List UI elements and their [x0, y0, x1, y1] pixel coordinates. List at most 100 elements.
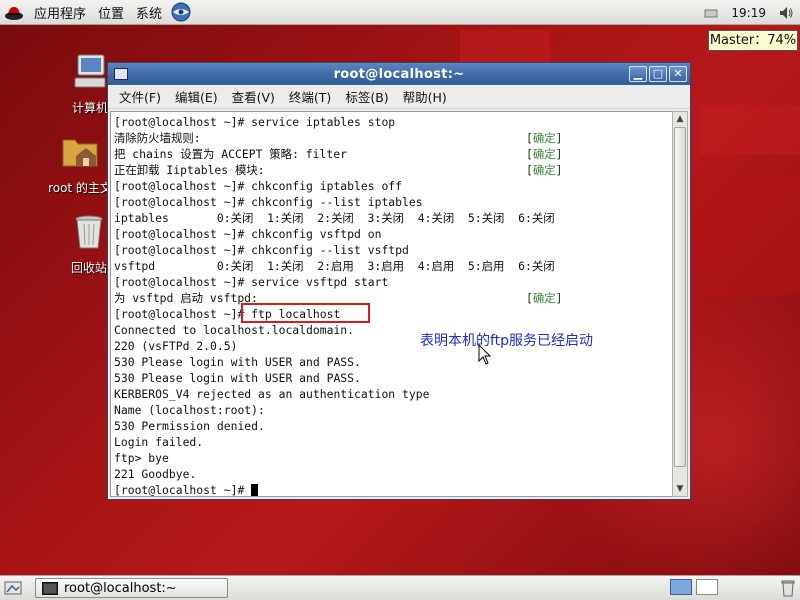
terminal-line: KERBEROS_V4 rejected as an authenticatio… [114, 386, 555, 402]
terminal-line-text: 正在卸载 Iiptables 模块: [114, 163, 265, 177]
terminal-line: Name (localhost:root): [114, 402, 555, 418]
terminal-line: iptables 0:关闭 1:关闭 2:关闭 3:关闭 4:关闭 5:关闭 6… [114, 210, 555, 226]
terminal-line: 530 Permission denied. [114, 418, 555, 434]
terminal-line-text: 530 Please login with USER and PASS. [114, 355, 361, 369]
terminal-line-text: [root@localhost ~]# chkconfig iptables o… [114, 179, 403, 193]
volume-icon[interactable] [778, 5, 794, 21]
window-menubar: 文件(F) 编辑(E) 查看(V) 终端(T) 标签(B) 帮助(H) [108, 85, 690, 109]
taskbar-window-button[interactable]: root@localhost:~ [35, 578, 228, 598]
terminal-line: vsftpd 0:关闭 1:关闭 2:启用 3:启用 4:启用 5:启用 6:关… [114, 258, 555, 274]
terminal-line: 530 Please login with USER and PASS. [114, 370, 555, 386]
terminal-line-text: [root@localhost ~]# service vsftpd start [114, 275, 389, 289]
terminal-line-text: KERBEROS_V4 rejected as an authenticatio… [114, 387, 430, 401]
menu-label: 位置 [98, 6, 125, 22]
terminal-line-text: 221 Goodbye. [114, 467, 197, 481]
close-button[interactable]: ✕ [669, 66, 687, 82]
system-tray: 19:19 [697, 0, 800, 25]
terminal-line-text: [root@localhost ~]# chkconfig --list ipt… [114, 195, 423, 209]
show-desktop-icon[interactable] [4, 580, 22, 596]
terminal-output[interactable]: [root@localhost ~]# service iptables sto… [110, 111, 674, 497]
menu-file[interactable]: 文件(F) [112, 87, 168, 106]
window-title: root@localhost:~ [333, 66, 465, 82]
status-ok-text: 确定 [532, 291, 556, 305]
background-decoration [692, 175, 800, 295]
terminal-line: [root@localhost ~]# chkconfig vsftpd on [114, 226, 555, 242]
clock[interactable]: 19:19 [731, 6, 766, 20]
menu-label: 应用程序 [34, 6, 87, 22]
scroll-down-arrow-icon[interactable]: ▼ [673, 482, 687, 496]
window-menu-icon[interactable] [114, 68, 128, 80]
terminal-line-text: 530 Permission denied. [114, 419, 265, 433]
terminal-line: 221 Goodbye. [114, 466, 555, 482]
terminal-line: ftp> bye [114, 450, 555, 466]
menu-system[interactable]: 系统 [130, 0, 168, 25]
home-folder-icon [62, 139, 98, 167]
bottom-panel: root@localhost:~ [0, 575, 800, 600]
terminal-line: [root@localhost ~]# service iptables sto… [114, 114, 555, 130]
minimize-button[interactable]: ▁ [629, 66, 647, 82]
terminal-line: 把 chains 设置为 ACCEPT 策略: filter [确定] [114, 146, 563, 162]
terminal-line-text: 清除防火墙规则: [114, 131, 201, 145]
menu-view[interactable]: 查看(V) [225, 87, 282, 106]
mouse-pointer-icon [478, 344, 492, 365]
terminal-line-text: Name (localhost:root): [114, 403, 265, 417]
panel-trash-icon[interactable] [780, 579, 796, 597]
menu-tabs[interactable]: 标签(B) [338, 87, 395, 106]
computer-icon [74, 54, 106, 88]
tray-drive-icon[interactable] [703, 5, 719, 21]
terminal-line: [root@localhost ~]# chkconfig --list ipt… [114, 194, 555, 210]
status-ok-text: 确定 [532, 163, 556, 177]
terminal-line: [root@localhost ~]# service vsftpd start [114, 274, 555, 290]
master-volume-tooltip: Master：74% [708, 30, 798, 51]
highlight-box [241, 303, 370, 323]
terminal-line: Login failed. [114, 434, 555, 450]
terminal-line: [root@localhost ~]# chkconfig --list vsf… [114, 242, 555, 258]
terminal-line-text: [root@localhost ~]# service iptables sto… [114, 115, 396, 129]
web-browser-icon[interactable] [170, 1, 192, 23]
maximize-button[interactable]: □ [649, 66, 667, 82]
taskbar-window-label: root@localhost:~ [64, 580, 177, 596]
terminal-line-text: Connected to localhost.localdomain. [114, 323, 355, 337]
menu-edit[interactable]: 编辑(E) [168, 87, 225, 106]
background-decoration [700, 105, 800, 155]
terminal-icon [42, 581, 58, 595]
top-panel: 应用程序 位置 系统 19:19 [0, 0, 800, 25]
menu-help[interactable]: 帮助(H) [396, 87, 454, 106]
scroll-up-arrow-icon[interactable]: ▲ [673, 112, 687, 126]
terminal-line: 清除防火墙规则: [确定] [114, 130, 563, 146]
redhat-logo-icon[interactable] [4, 3, 24, 21]
scrollbar-thumb[interactable] [674, 127, 686, 467]
text-cursor [251, 484, 259, 496]
window-controls: ▁ □ ✕ [627, 66, 687, 82]
terminal-line-text: [root@localhost ~]# chkconfig vsftpd on [114, 227, 382, 241]
terminal-line-text: 530 Please login with USER and PASS. [114, 371, 361, 385]
trash-icon [75, 215, 103, 249]
status-ok: [确定] [526, 131, 563, 145]
menu-applications[interactable]: 应用程序 [28, 0, 92, 25]
status-ok: [确定] [526, 147, 563, 161]
terminal-prompt-line[interactable]: [root@localhost ~]# [114, 482, 555, 496]
workspace-2[interactable] [696, 579, 718, 595]
status-ok: [确定] [526, 291, 563, 305]
menu-label: 系统 [136, 6, 163, 22]
terminal-line-text: iptables 0:关闭 1:关闭 2:关闭 3:关闭 4:关闭 5:关闭 6… [114, 211, 555, 225]
workspace-switcher [670, 579, 725, 597]
status-ok-text: 确定 [532, 147, 556, 161]
terminal-scrollbar[interactable]: ▲ ▼ [672, 111, 688, 497]
status-ok-text: 确定 [532, 131, 556, 145]
menu-terminal[interactable]: 终端(T) [282, 87, 338, 106]
terminal-line-text: ftp> bye [114, 451, 169, 465]
terminal-line-text: 把 chains 设置为 ACCEPT 策略: filter [114, 147, 347, 161]
menu-places[interactable]: 位置 [92, 0, 130, 25]
terminal-line-text: 为 vsftpd 启动 vsftpd: [114, 291, 258, 305]
terminal-line: 正在卸载 Iiptables 模块: [确定] [114, 162, 563, 178]
terminal-line-text: vsftpd 0:关闭 1:关闭 2:启用 3:启用 4:启用 5:启用 6:关… [114, 259, 555, 273]
window-titlebar[interactable]: root@localhost:~ ▁ □ ✕ [108, 63, 690, 85]
terminal-line: [root@localhost ~]# chkconfig iptables o… [114, 178, 555, 194]
terminal-window: root@localhost:~ ▁ □ ✕ 文件(F) 编辑(E) 查看(V)… [107, 62, 691, 500]
workspace-1[interactable] [670, 579, 692, 595]
annotation-text: 表明本机的ftp服务已经启动 [420, 333, 594, 349]
status-ok: [确定] [526, 163, 563, 177]
terminal-line-text: Login failed. [114, 435, 204, 449]
terminal-line-text: 220 (vsFTPd 2.0.5) [114, 339, 238, 353]
